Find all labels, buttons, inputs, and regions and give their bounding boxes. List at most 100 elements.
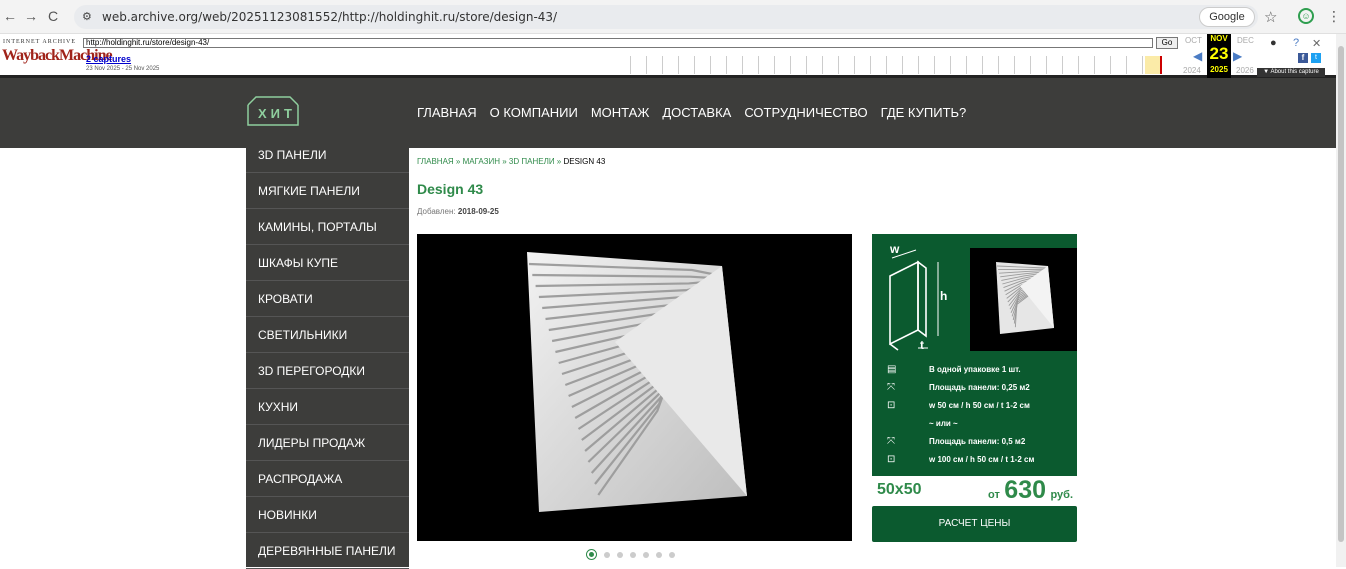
sidebar-item-beds[interactable]: КРОВАТИ: [246, 281, 409, 317]
wayback-user-icon[interactable]: ●: [1270, 37, 1277, 49]
help-icon[interactable]: ?: [1293, 37, 1299, 49]
product-main-image[interactable]: [417, 234, 852, 541]
sparkline-tick: [774, 56, 775, 74]
spec-card: w h t ▤В одной упаковке 1 шт.⤧Площадь па…: [872, 234, 1077, 476]
slider-dot[interactable]: [643, 552, 649, 558]
sparkline-tick: [1078, 56, 1079, 74]
calculate-price-button[interactable]: РАСЧЕТ ЦЕНЫ: [872, 506, 1077, 542]
breadcrumb: ГЛАВНАЯ » МАГАЗИН » 3D ПАНЕЛИ » DESIGN 4…: [417, 157, 605, 166]
reload-icon[interactable]: C: [45, 8, 61, 24]
sparkline-tick: [646, 56, 647, 74]
menu-kebab-icon[interactable]: ⋮: [1327, 8, 1341, 25]
spec-text: Площадь панели: 0,5 м2: [929, 436, 1025, 448]
sparkline-tick: [1014, 56, 1015, 74]
sidebar-item-soft-panels[interactable]: МЯГКИЕ ПАНЕЛИ: [246, 173, 409, 209]
breadcrumb-separator: »: [500, 157, 509, 166]
slider-dot[interactable]: [656, 552, 662, 558]
about-capture-button[interactable]: ▼ About this capture: [1257, 68, 1325, 77]
sidebar-item-lamps[interactable]: СВЕТИЛЬНИКИ: [246, 317, 409, 353]
dimensions-icon: ⊡: [887, 454, 895, 466]
prev-month-label[interactable]: OCT: [1185, 36, 1202, 45]
sparkline-tick: [742, 56, 743, 74]
profile-icon[interactable]: ☺: [1298, 8, 1314, 24]
expand-icon: ⤧: [887, 382, 895, 394]
nav-installation[interactable]: МОНТАЖ: [591, 105, 650, 120]
nav-where-to-buy[interactable]: ГДЕ КУПИТЬ?: [881, 105, 967, 120]
spec-text: Площадь панели: 0,25 м2: [929, 382, 1030, 394]
sparkline-tick: [966, 56, 967, 74]
wayback-url-input[interactable]: http://holdinghit.ru/store/design-43/: [83, 38, 1153, 48]
slider-dot[interactable]: [617, 552, 623, 558]
product-thumbnail[interactable]: [970, 248, 1077, 351]
sparkline-tick: [1046, 56, 1047, 74]
slider-dot[interactable]: [669, 552, 675, 558]
close-icon[interactable]: ✕: [1312, 37, 1321, 50]
slider-dot[interactable]: [604, 552, 610, 558]
address-url[interactable]: web.archive.org/web/20251123081552/http:…: [102, 9, 557, 25]
bookmark-star-icon[interactable]: ☆: [1264, 8, 1277, 26]
breadcrumb-home[interactable]: ГЛАВНАЯ: [417, 157, 454, 166]
next-year-label[interactable]: 2026: [1236, 66, 1254, 75]
sparkline-tick: [678, 56, 679, 74]
sidebar-item-sale[interactable]: РАСПРОДАЖА: [246, 461, 409, 497]
sparkline-tick: [1094, 56, 1095, 74]
sparkline-tick: [998, 56, 999, 74]
hit-logo-text[interactable]: ХИТ: [258, 106, 296, 121]
sidebar-item-3d-partitions[interactable]: 3D ПЕРЕГОРОДКИ: [246, 353, 409, 389]
prev-capture-arrow-icon[interactable]: ◀: [1193, 49, 1202, 63]
sparkline-tick: [1110, 56, 1111, 74]
sidebar-item-wardrobes[interactable]: ШКАФЫ КУПЕ: [246, 245, 409, 281]
slider-dot[interactable]: [586, 549, 597, 560]
back-icon[interactable]: ←: [2, 8, 18, 24]
breadcrumb-category[interactable]: 3D ПАНЕЛИ: [509, 157, 555, 166]
expand-icon: ⤧: [887, 436, 895, 448]
next-capture-arrow-icon[interactable]: ▶: [1233, 49, 1242, 63]
nav-about[interactable]: О КОМПАНИИ: [490, 105, 578, 120]
address-bar[interactable]: ⚙ web.archive.org/web/20251123081552/htt…: [74, 5, 1258, 29]
sparkline-current-year: [1145, 56, 1160, 74]
nav-delivery[interactable]: ДОСТАВКА: [662, 105, 731, 120]
current-day: 23: [1207, 44, 1231, 64]
sidebar-item-kitchens[interactable]: КУХНИ: [246, 389, 409, 425]
facebook-icon[interactable]: f: [1298, 53, 1308, 63]
spec-text: В одной упаковке 1 шт.: [929, 364, 1021, 376]
added-label: Добавлен:: [417, 207, 456, 216]
sparkline-tick: [694, 56, 695, 74]
sparkline-tick: [710, 56, 711, 74]
wayback-go-button[interactable]: Go: [1156, 37, 1178, 49]
forward-icon[interactable]: →: [23, 8, 39, 24]
google-label: Google: [1209, 11, 1244, 23]
next-month-label[interactable]: DEC: [1237, 36, 1254, 45]
sidebar-item-new[interactable]: НОВИНКИ: [246, 497, 409, 533]
sparkline-tick: [918, 56, 919, 74]
current-month: NOV: [1207, 34, 1231, 43]
browser-toolbar: ← → C ⚙ web.archive.org/web/202511230815…: [0, 0, 1346, 34]
twitter-icon[interactable]: t: [1311, 53, 1321, 63]
capture-date-range: 23 Nov 2025 - 25 Nov 2025: [86, 66, 159, 72]
sidebar-item-fireplaces[interactable]: КАМИНЫ, ПОРТАЛЫ: [246, 209, 409, 245]
sparkline-tick: [1126, 56, 1127, 74]
sidebar-item-wood-panels[interactable]: ДЕРЕВЯННЫЕ ПАНЕЛИ: [246, 533, 409, 569]
sidebar-item-bestsellers[interactable]: ЛИДЕРЫ ПРОДАЖ: [246, 425, 409, 461]
prev-year-label[interactable]: 2024: [1183, 66, 1201, 75]
nav-home[interactable]: ГЛАВНАЯ: [417, 105, 477, 120]
capture-sparkline[interactable]: [630, 56, 1160, 74]
spec-row: ⊡w 50 см / h 50 см / t 1-2 см: [872, 398, 1077, 415]
sparkline-tick: [758, 56, 759, 74]
wayback-toolbar: INTERNET ARCHIVE WaybackMachine http://h…: [0, 34, 1336, 78]
dim-w-label: w: [890, 242, 899, 256]
sidebar-item-3d-panels[interactable]: 3D ПАНЕЛИ: [246, 137, 409, 173]
scrollbar-thumb[interactable]: [1338, 46, 1344, 542]
slider-dot[interactable]: [630, 552, 636, 558]
nav-cooperation[interactable]: СОТРУДНИЧЕСТВО: [744, 105, 867, 120]
price-currency: руб.: [1050, 489, 1073, 501]
site-info-icon[interactable]: ⚙: [82, 10, 96, 24]
breadcrumb-store[interactable]: МАГАЗИН: [463, 157, 500, 166]
size-label: 50x50: [877, 481, 922, 499]
google-lens-button[interactable]: Google: [1199, 7, 1255, 27]
captures-link[interactable]: 2 captures: [86, 54, 131, 64]
slider-dots: [586, 549, 675, 560]
spec-text: w 100 см / h 50 см / t 1-2 см: [929, 454, 1034, 466]
price-from: от: [988, 489, 1000, 501]
page-scrollbar[interactable]: [1336, 34, 1346, 567]
